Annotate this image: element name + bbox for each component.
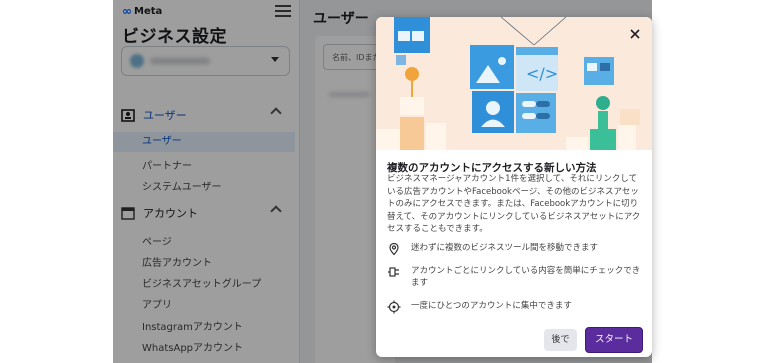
feature-item: 迷わずに複数のビジネスツール間を移動できます: [387, 242, 647, 256]
start-button[interactable]: スタート: [585, 327, 643, 353]
feature-item: 一度にひとつのアカウントに集中できます: [387, 300, 647, 314]
crosshair-icon: [387, 300, 401, 314]
dialog-description: ビジネスマネージャアカウント1件を選択して、それにリンクしている広告アカウントや…: [387, 174, 641, 234]
hero-illustration-graphic: </>: [376, 17, 652, 150]
hero-illustration: </>: [376, 17, 652, 150]
plug-icon: [388, 267, 399, 277]
later-button[interactable]: 後で: [544, 329, 577, 351]
location-pin-icon: [389, 242, 399, 256]
new-access-dialog: </> 複数のアカウントにアクセスする新しい方法 ビジネスマネージャアカウント1…: [376, 17, 652, 357]
close-icon[interactable]: [628, 27, 642, 41]
feature-item: アカウントごとにリンクしている内容を簡単にチェックできます: [387, 265, 647, 289]
svg-text:</>: </>: [526, 64, 558, 83]
